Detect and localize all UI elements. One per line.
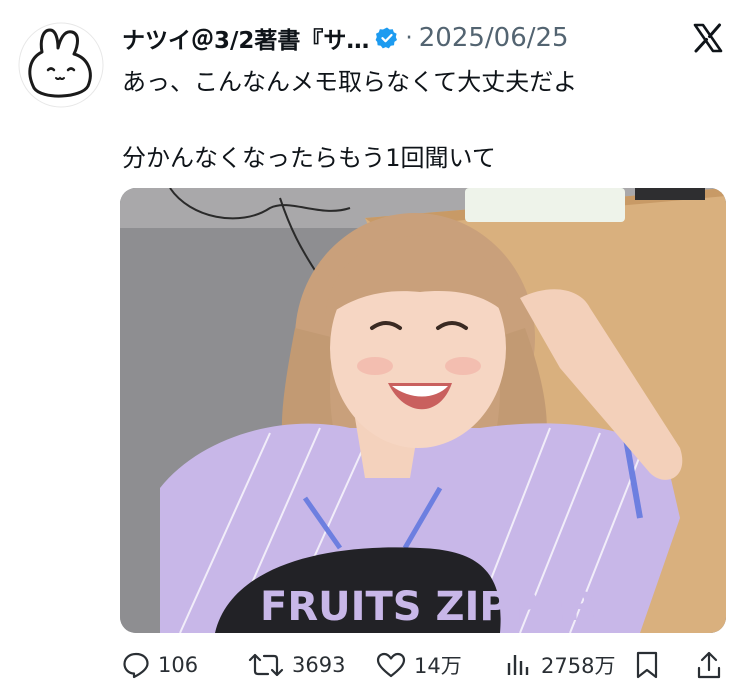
repost-icon — [248, 651, 284, 679]
like-button[interactable]: 14万 — [376, 645, 462, 685]
tweet-text-line-2: 分かんなくなったらもう1回聞いて — [122, 144, 496, 172]
tweet-photo[interactable]: FRUITS ZIPPER — [120, 188, 726, 633]
avatar[interactable] — [18, 22, 104, 108]
views-bar-chart-icon — [505, 651, 533, 679]
repost-count: 3693 — [292, 653, 346, 677]
reply-button[interactable]: 106 — [122, 645, 198, 685]
author-name[interactable]: ナツイ＠3/2著書『サ… — [122, 21, 369, 55]
share-icon — [696, 650, 722, 680]
separator-dot: · — [405, 25, 413, 51]
repost-button[interactable]: 3693 — [248, 645, 345, 685]
share-button[interactable] — [696, 645, 722, 685]
view-count: 2758万 — [541, 654, 616, 678]
reply-icon — [122, 651, 150, 679]
bookmark-button[interactable] — [635, 645, 659, 685]
post-date[interactable]: 2025/06/25 — [419, 23, 569, 53]
views-button[interactable]: 2758万 — [505, 645, 615, 685]
tweet-header: ナツイ＠3/2著書『サ… · 2025/06/25 — [122, 18, 569, 58]
x-logo-icon[interactable] — [692, 22, 724, 54]
action-bar: 106 3693 14万 2758万 — [0, 645, 744, 685]
reply-count: 106 — [158, 653, 199, 677]
verified-badge-icon — [375, 26, 399, 50]
heart-icon — [376, 651, 406, 679]
bookmark-icon — [635, 650, 659, 680]
tweet-text-line-1: あっ、こんなんメモ取らなくて大丈夫だよ — [122, 68, 578, 96]
bunny-face-avatar — [18, 22, 104, 108]
like-count: 14万 — [414, 654, 462, 678]
photo-illustration: FRUITS ZIPPER — [120, 188, 726, 633]
shirt-print-text: FRUITS ZIPPER — [260, 584, 596, 630]
